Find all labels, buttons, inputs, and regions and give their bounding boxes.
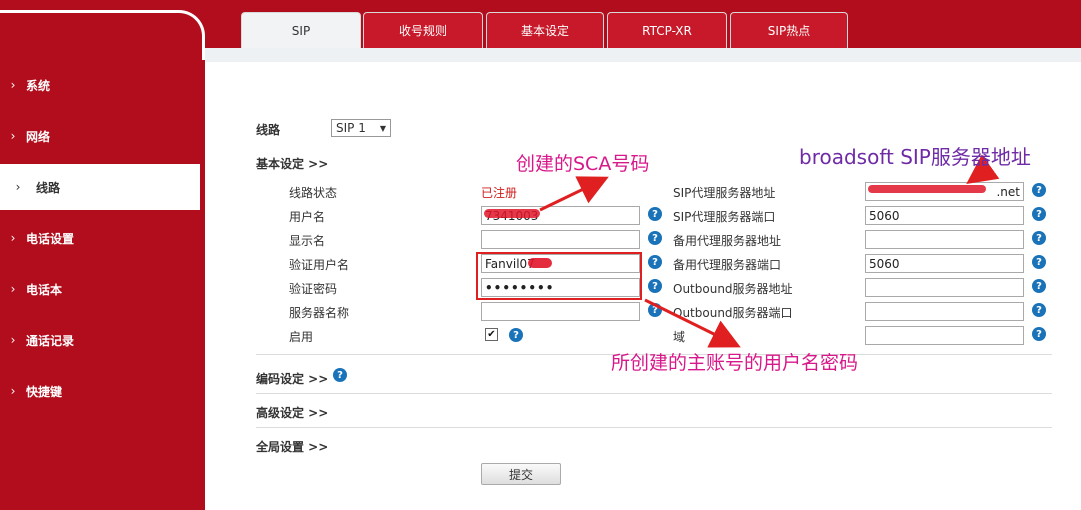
annotation-main-account: 所创建的主账号的用户名密码 xyxy=(611,352,859,374)
annotation-server-address: broadsoft SIP服务器地址 xyxy=(799,145,1031,169)
annotation-arrows xyxy=(539,154,1000,348)
annotation-sca-number: 创建的SCA号码 xyxy=(516,153,650,175)
